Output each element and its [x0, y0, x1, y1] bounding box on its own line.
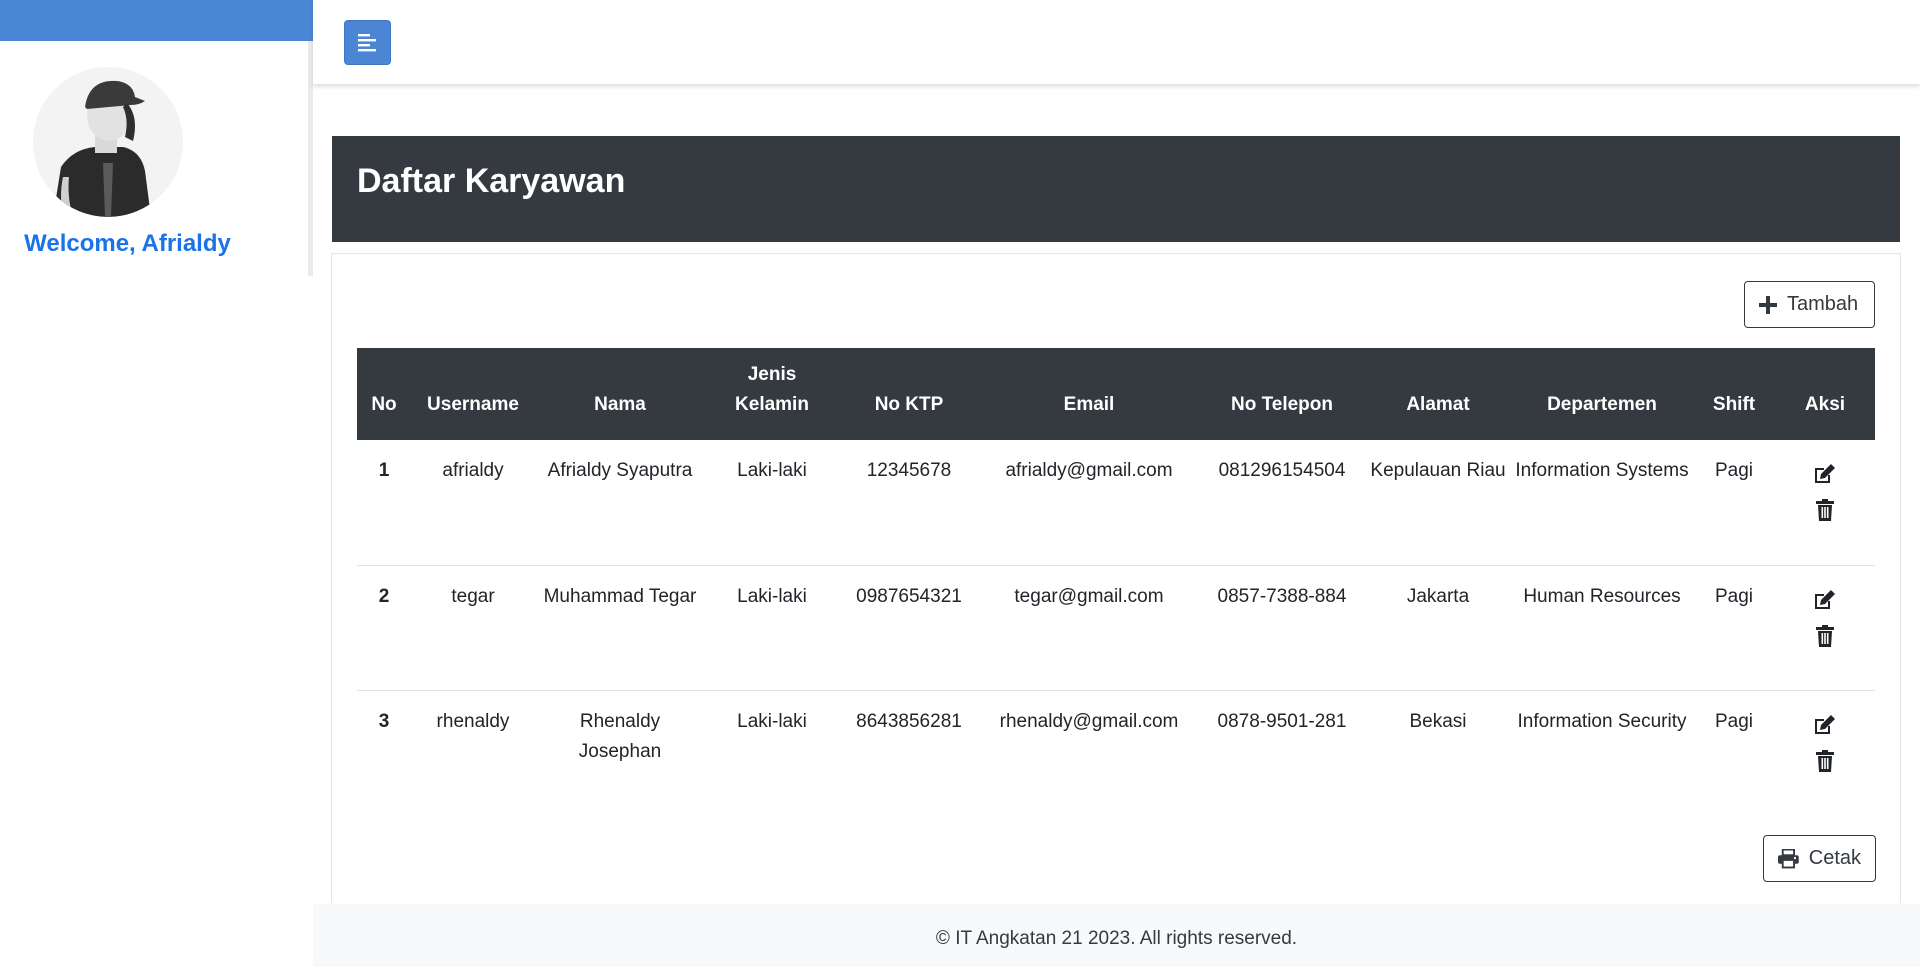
cell-username: rhenaldy: [436, 710, 510, 732]
header-departemen: Departemen: [1547, 394, 1657, 415]
cell-username: tegar: [411, 565, 535, 691]
cell-shift: Pagi: [1714, 710, 1754, 732]
topbar: [313, 0, 1920, 84]
cell-no-telepon: 081296154504: [1199, 440, 1365, 566]
cell-no-ktp: 8643856281: [856, 710, 962, 732]
cell-alamat: Jakarta: [1365, 565, 1511, 691]
cell-no: 1: [357, 440, 411, 566]
page-title: Daftar Karyawan: [357, 162, 626, 200]
cell-no: 2: [357, 565, 411, 691]
welcome-text: Welcome, Afrialdy: [24, 230, 231, 257]
trash-icon[interactable]: [1815, 499, 1835, 521]
cell-jenis-kelamin: Laki-laki: [737, 710, 807, 732]
plus-icon: [1759, 295, 1777, 314]
table-row: 2 tegar Muhammad Tegar Laki-laki 0987654…: [357, 565, 1875, 691]
edit-icon[interactable]: [1813, 714, 1837, 736]
add-employee-label: Tambah: [1787, 293, 1859, 315]
avatar: [33, 67, 183, 217]
footer: © IT Angkatan 21 2023. All rights reserv…: [313, 904, 1920, 967]
trash-icon[interactable]: [1815, 749, 1835, 772]
cell-no: 3: [378, 710, 390, 732]
cell-email: tegar@gmail.com: [979, 565, 1199, 691]
employee-table: No Username Nama Jenis Kelamin No KTP Em…: [357, 348, 1875, 808]
sidebar-brand-bar: [0, 0, 313, 41]
header-email: Email: [1063, 394, 1115, 415]
add-employee-button[interactable]: Tambah: [1744, 281, 1875, 328]
header-aksi: Aksi: [1804, 394, 1846, 415]
print-label: Cetak: [1808, 847, 1861, 869]
table-row: 1 afrialdy Afrialdy Syaputra Laki-laki 1…: [357, 440, 1875, 566]
cell-alamat: Kepulauan Riau: [1365, 440, 1511, 566]
cell-no-ktp: 0987654321: [839, 565, 979, 691]
cell-nama: Rhenaldy Josephan: [578, 710, 662, 762]
header-nama: Nama: [594, 394, 646, 415]
cell-no-telepon: 0857-7388-884: [1199, 565, 1365, 691]
edit-icon[interactable]: [1813, 589, 1837, 611]
cell-aksi: [1775, 690, 1875, 808]
edit-icon[interactable]: [1813, 463, 1837, 485]
cell-jenis-kelamin: Laki-laki: [705, 440, 839, 566]
header-jenis-kelamin: Jenis Kelamin: [735, 364, 809, 415]
header-shift: Shift: [1712, 394, 1756, 415]
header-no: No: [371, 394, 397, 415]
cell-shift: Pagi: [1693, 440, 1775, 566]
print-icon: [1778, 848, 1799, 868]
cell-email: afrialdy@gmail.com: [979, 440, 1199, 566]
user-photo-icon: [33, 67, 183, 217]
cell-departemen: Information Systems: [1511, 440, 1693, 566]
sidebar: Welcome, Afrialdy: [0, 0, 313, 276]
header-alamat: Alamat: [1406, 394, 1470, 415]
trash-icon[interactable]: [1815, 624, 1835, 647]
header-username: Username: [427, 394, 519, 415]
cell-nama: Afrialdy Syaputra: [535, 440, 705, 566]
sidebar-toggle-button[interactable]: [344, 20, 391, 65]
cell-departemen: Human Resources: [1511, 565, 1693, 691]
header-no-ktp: No KTP: [874, 394, 944, 415]
table-header-row: No Username Nama Jenis Kelamin No KTP Em…: [357, 348, 1875, 440]
cell-nama: Muhammad Tegar: [535, 565, 705, 691]
cell-email: rhenaldy@gmail.com: [999, 710, 1179, 732]
cell-jenis-kelamin: Laki-laki: [705, 565, 839, 691]
cell-shift: Pagi: [1693, 565, 1775, 691]
align-left-icon: [358, 34, 376, 52]
header-no-telepon: No Telepon: [1230, 394, 1334, 415]
cell-username: afrialdy: [411, 440, 535, 566]
cell-alamat: Bekasi: [1409, 710, 1467, 732]
table-row: 3 rhenaldy Rhenaldy Josephan Laki-laki 8…: [357, 690, 1875, 808]
employee-card: Tambah No Username Nama Jenis Kelamin No…: [331, 253, 1901, 903]
page-header: Daftar Karyawan: [332, 136, 1900, 242]
cell-no-telepon: 0878-9501-281: [1217, 710, 1347, 732]
cell-departemen: Information Security: [1517, 710, 1687, 732]
cell-aksi: [1775, 565, 1875, 691]
cell-aksi: [1775, 440, 1875, 566]
cell-no-ktp: 12345678: [839, 440, 979, 566]
print-button[interactable]: Cetak: [1763, 835, 1876, 882]
